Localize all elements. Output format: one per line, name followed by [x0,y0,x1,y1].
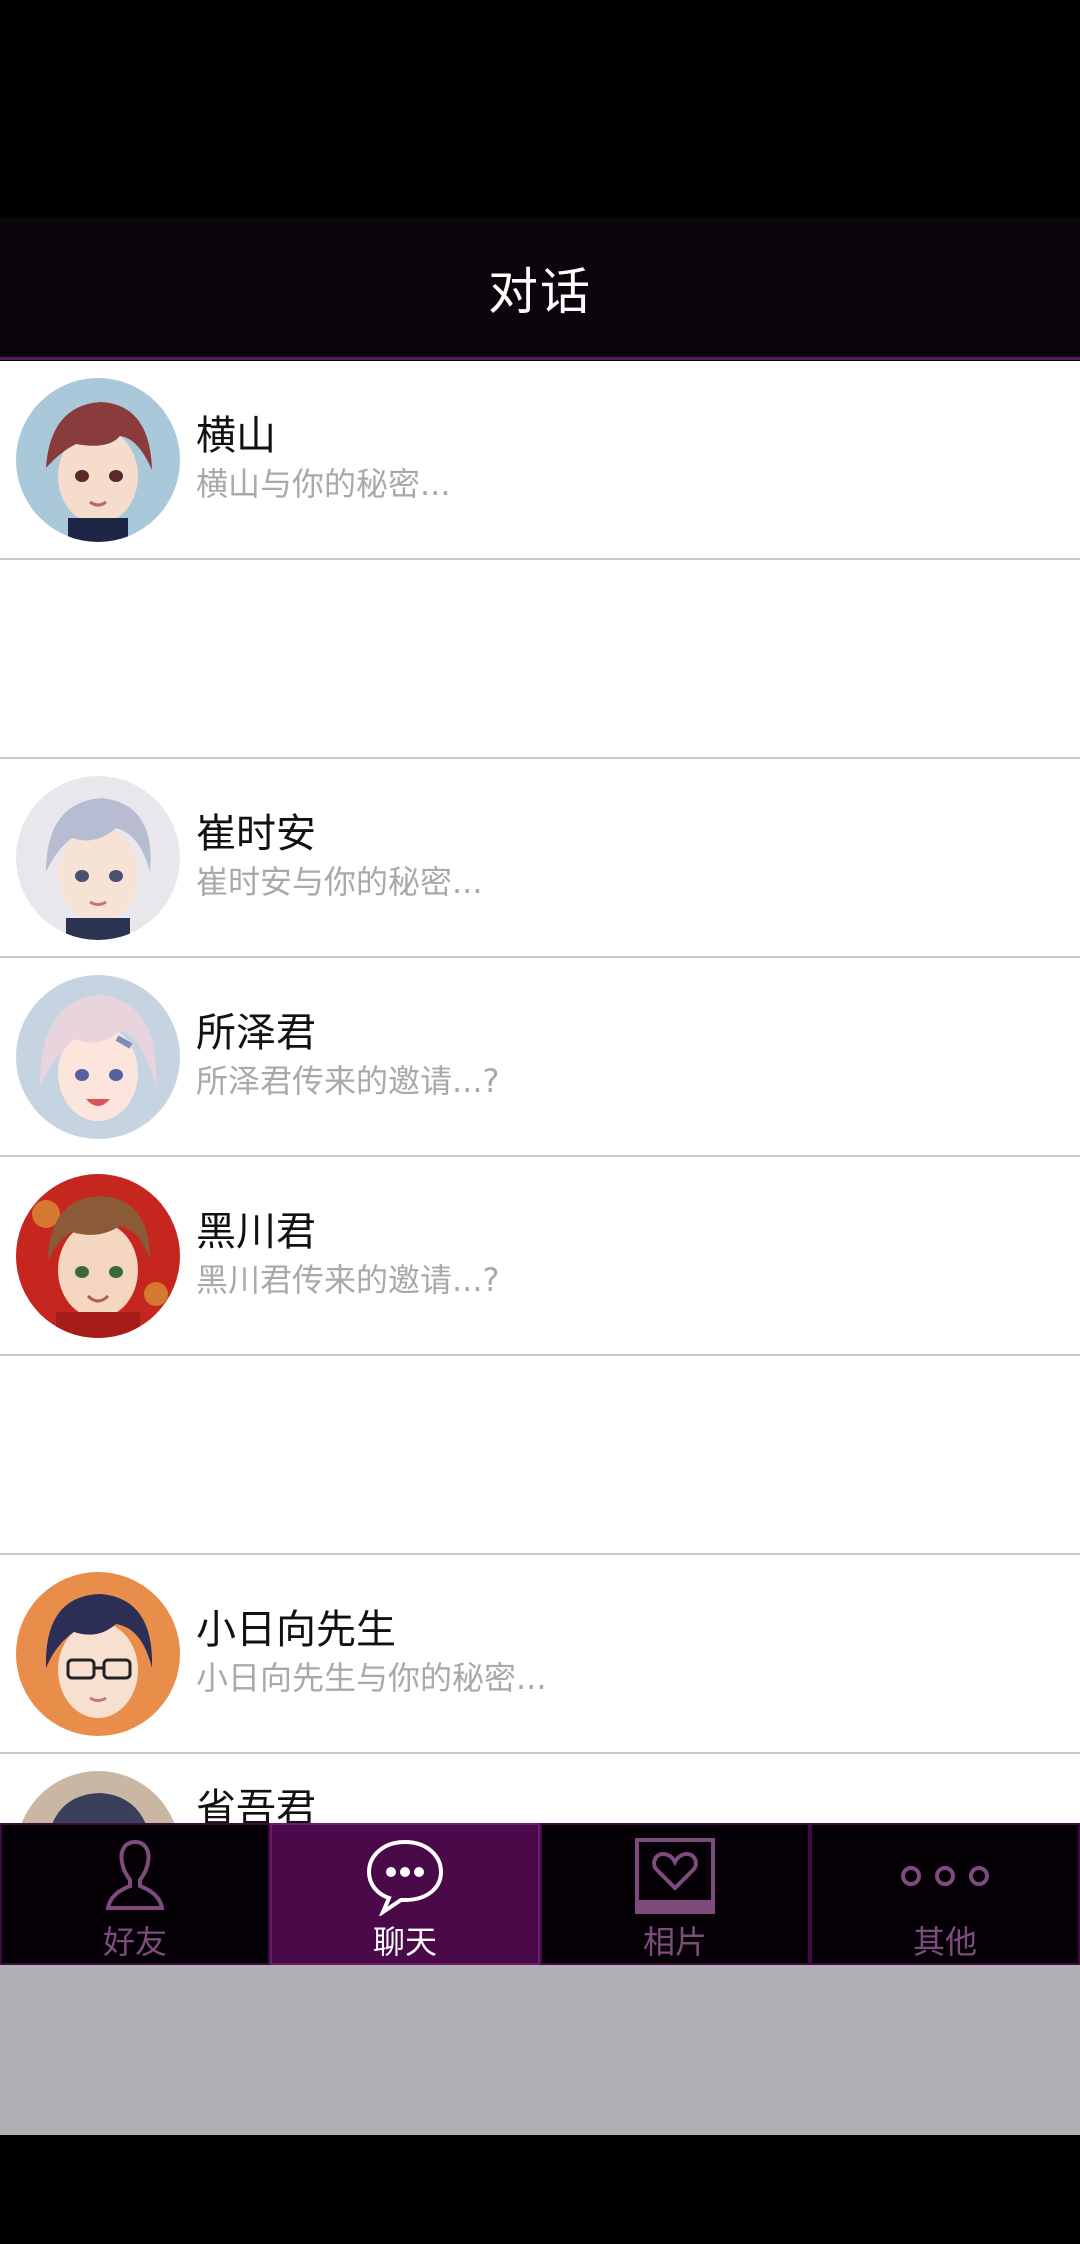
person-icon [100,1835,170,1917]
status-bar-area [0,0,1080,218]
avatar-pink-hair [16,975,180,1139]
ad-banner-area [0,1965,1080,2135]
tab-label: 聊天 [372,1923,437,1961]
message-preview: 横山与你的秘密... [196,465,451,503]
conversation-item-tokorozawa[interactable]: 所泽君 所泽君传来的邀请...? [0,958,1080,1157]
top-bar: 对话 [0,218,1080,360]
conversation-item-empty [0,560,1080,759]
conversation-item-kohinata[interactable]: 小日向先生 小日向先生与你的秘密... [0,1555,1080,1754]
avatar-auburn-hair [16,378,180,542]
conversation-list[interactable]: 横山 横山与你的秘密... 崔时安 崔时安与你的秘密... 所泽君 所泽君传来的… [0,361,1080,1823]
tab-label: 相片 [642,1923,707,1961]
bottom-tab-bar: 好友 聊天 相片 其他 [0,1823,1080,1965]
avatar-brown-hair [16,1174,180,1338]
conversation-item-empty [0,1356,1080,1555]
message-preview: 所泽君传来的邀请...? [196,1062,500,1100]
tab-more[interactable]: 其他 [810,1823,1080,1965]
photo-heart-icon [633,1835,717,1917]
message-preview: 崔时安与你的秘密... [196,863,483,901]
conversation-item-cui-shian[interactable]: 崔时安 崔时安与你的秘密... [0,759,1080,958]
conversation-item-yokoyama[interactable]: 横山 横山与你的秘密... [0,361,1080,560]
conversation-item-shogo[interactable]: 省吾君 [0,1754,1080,1823]
tab-photos[interactable]: 相片 [540,1823,810,1965]
avatar-navy-hair-glasses [16,1572,180,1736]
contact-name: 黑川君 [196,1209,316,1255]
contact-name: 小日向先生 [196,1607,396,1653]
avatar-dark-hair [16,1771,180,1823]
tab-friends[interactable]: 好友 [0,1823,270,1965]
message-preview: 黑川君传来的邀请...? [196,1261,500,1299]
message-preview: 小日向先生与你的秘密... [196,1659,547,1697]
tab-chat[interactable]: 聊天 [270,1823,540,1965]
contact-name: 省吾君 [196,1786,316,1823]
chat-bubble-icon [363,1835,447,1917]
contact-name: 横山 [196,413,276,459]
contact-name: 崔时安 [196,811,316,857]
system-navigation-bar [0,2135,1080,2244]
more-dots-icon [895,1835,995,1917]
contact-name: 所泽君 [196,1010,316,1056]
tab-label: 好友 [102,1923,167,1961]
page-title: 对话 [488,262,592,321]
avatar-silver-hair [16,776,180,940]
conversation-item-kurokawa[interactable]: 黑川君 黑川君传来的邀请...? [0,1157,1080,1356]
tab-label: 其他 [912,1923,977,1961]
